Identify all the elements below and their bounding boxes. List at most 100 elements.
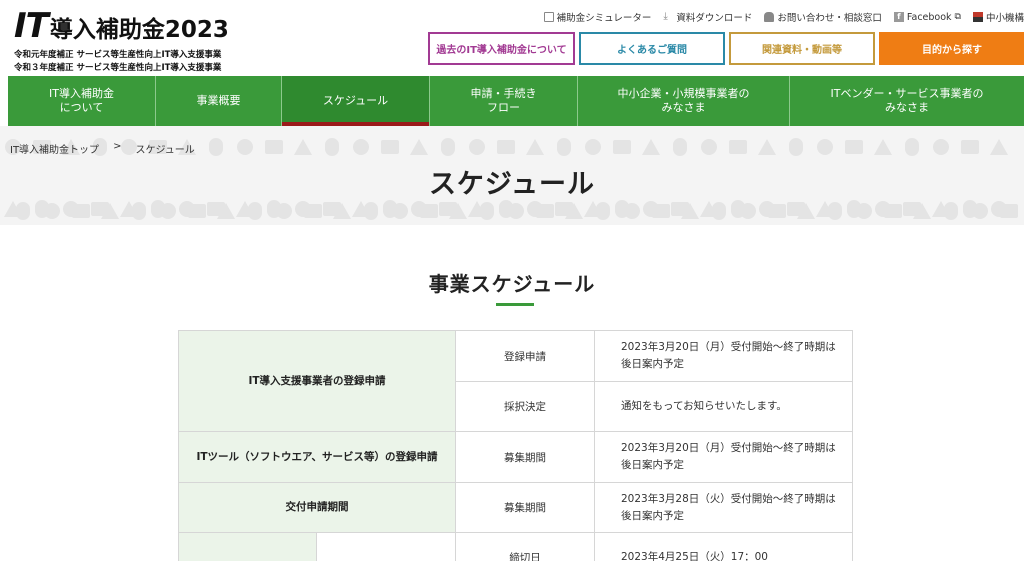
nav-vendor[interactable]: ITベンダー・サービス事業者の みなさま	[790, 76, 1024, 126]
row-value: 通知をもってお知らせいたします。	[594, 381, 853, 432]
table-row: IT導入支援事業者の登録申請 登録申請 2023年3月20日（月）受付開始～終了…	[178, 330, 853, 432]
link-simulator[interactable]: 補助金シミュレーター	[543, 10, 652, 24]
link-smrj[interactable]: 中小機構	[972, 10, 1024, 24]
row-key: 募集期間	[455, 431, 595, 483]
facebook-icon: f	[893, 12, 904, 22]
row-head-grant-application: 交付申請期間	[178, 482, 456, 533]
pattern-shape	[759, 201, 775, 217]
nav-flow[interactable]: 申請・手続き フロー	[430, 76, 578, 126]
global-nav: IT導入補助金 について 事業概要 スケジュール 申請・手続き フロー 中小企業…	[8, 76, 1024, 126]
page-hero: IT導入補助金トップ > スケジュール スケジュール	[0, 126, 1024, 225]
pattern-shape	[643, 201, 659, 217]
link-contact-label: お問い合わせ・相談窓口	[777, 13, 882, 24]
logo-subtitle-1: 令和元年度補正 サービス等生産性向上IT導入支援事業	[14, 50, 222, 60]
table-row: 締切日 2023年4月25日（火）17：00	[178, 532, 853, 561]
pattern-shape	[497, 140, 515, 154]
pattern-shape	[439, 202, 457, 216]
pattern-shape	[267, 200, 281, 218]
row-head-tool-registration: ITツール（ソフトウエア、サービス等）の登録申請	[178, 431, 456, 483]
link-facebook[interactable]: f Facebook ⧉	[893, 10, 961, 24]
nav-overview[interactable]: 事業概要	[156, 76, 282, 126]
pattern-shape	[499, 200, 513, 218]
link-smrj-label: 中小機構	[985, 13, 1024, 24]
link-facebook-label: Facebook	[906, 11, 952, 23]
row-value: 2023年3月20日（月）受付開始～終了時期は後日案内予定	[594, 431, 853, 483]
link-download[interactable]: ⤓ 資料ダウンロード	[663, 10, 753, 25]
pattern-shape	[963, 200, 977, 218]
past-subsidy-button[interactable]: 過去のIT導入補助金について	[428, 32, 575, 65]
logo-text: 導入補助金2023	[49, 17, 229, 43]
pattern-shape	[63, 201, 79, 217]
section-title-underline	[496, 303, 534, 306]
pattern-shape	[729, 140, 747, 154]
pattern-shape	[758, 139, 776, 155]
pattern-shape	[789, 138, 803, 156]
pattern-shape	[353, 139, 369, 155]
materials-button[interactable]: 関連資料・動画等	[729, 32, 875, 65]
logo-it: IT	[14, 6, 49, 46]
pattern-shape	[265, 140, 283, 154]
pattern-shape	[527, 201, 543, 217]
pattern-shape	[933, 139, 949, 155]
pattern-shape	[613, 140, 631, 154]
pattern-shape	[207, 202, 225, 216]
pattern-shape	[35, 200, 49, 218]
breadcrumb-current: スケジュール	[135, 145, 195, 156]
pattern-shape	[671, 202, 689, 216]
user-icon	[764, 12, 775, 22]
pattern-shape	[990, 139, 1008, 155]
link-contact[interactable]: お問い合わせ・相談窓口	[764, 10, 882, 24]
calculator-icon	[543, 12, 554, 22]
pattern-shape	[905, 138, 919, 156]
pattern-shape	[961, 140, 979, 154]
row-head-empty	[178, 532, 317, 561]
link-simulator-label: 補助金シミュレーター	[556, 13, 652, 24]
pattern-shape	[787, 202, 805, 216]
site-logo[interactable]: IT 導入補助金2023	[14, 8, 229, 48]
schedule-table: IT導入支援事業者の登録申請 登録申請 2023年3月20日（月）受付開始～終了…	[178, 330, 853, 561]
breadcrumb: IT導入補助金トップ > スケジュール	[10, 141, 195, 156]
pattern-shape	[701, 139, 717, 155]
faq-button[interactable]: よくあるご質問	[579, 32, 725, 65]
pattern-shape	[555, 202, 573, 216]
pattern-shape	[295, 201, 311, 217]
pattern-shape	[441, 138, 455, 156]
nav-about[interactable]: IT導入補助金 について	[8, 76, 156, 126]
table-row: 交付申請期間 募集期間 2023年3月28日（火）受付開始～終了時期は後日案内予…	[178, 482, 853, 533]
pattern-shape	[673, 138, 687, 156]
row-key: 採択決定	[455, 381, 595, 432]
pattern-shape	[991, 201, 1007, 217]
pattern-shape	[847, 200, 861, 218]
pattern-shape	[875, 201, 891, 217]
nav-schedule[interactable]: スケジュール	[282, 76, 430, 126]
row-key: 締切日	[455, 532, 595, 561]
pattern-shape	[731, 200, 745, 218]
utility-links: 補助金シミュレーター ⤓ 資料ダウンロード お問い合わせ・相談窓口 f Face…	[543, 10, 1024, 25]
row-head-vendor-registration: IT導入支援事業者の登録申請	[178, 330, 456, 432]
pattern-shape	[179, 201, 195, 217]
pattern-shape	[817, 139, 833, 155]
pattern-shape	[903, 202, 921, 216]
row-value: 2023年3月20日（月）受付開始～終了時期は後日案内予定	[594, 330, 853, 382]
row-subhead-empty	[316, 532, 456, 561]
pattern-shape	[615, 200, 629, 218]
pattern-shape	[209, 138, 223, 156]
link-download-label: 資料ダウンロード	[676, 13, 753, 24]
pattern-shape	[325, 138, 339, 156]
pattern-shape	[410, 139, 428, 155]
row-key: 登録申請	[455, 330, 595, 382]
pattern-shape	[151, 200, 165, 218]
row-value: 2023年3月28日（火）受付開始～終了時期は後日案内予定	[594, 482, 853, 533]
pattern-shape	[383, 200, 397, 218]
pattern-shape	[469, 139, 485, 155]
row-key: 募集期間	[455, 482, 595, 533]
site-header: IT 導入補助金2023 令和元年度補正 サービス等生産性向上IT導入支援事業 …	[0, 0, 1024, 76]
breadcrumb-home[interactable]: IT導入補助金トップ	[10, 141, 99, 156]
nav-sme[interactable]: 中小企業・小規模事業者の みなさま	[578, 76, 790, 126]
pattern-shape	[381, 140, 399, 154]
logo-subtitle-2: 令和３年度補正 サービス等生産性向上IT導入支援事業	[14, 63, 222, 73]
pattern-shape	[91, 202, 109, 216]
pattern-shape	[411, 201, 427, 217]
search-by-purpose-button[interactable]: 目的から探す	[879, 32, 1024, 65]
pattern-shape	[323, 202, 341, 216]
